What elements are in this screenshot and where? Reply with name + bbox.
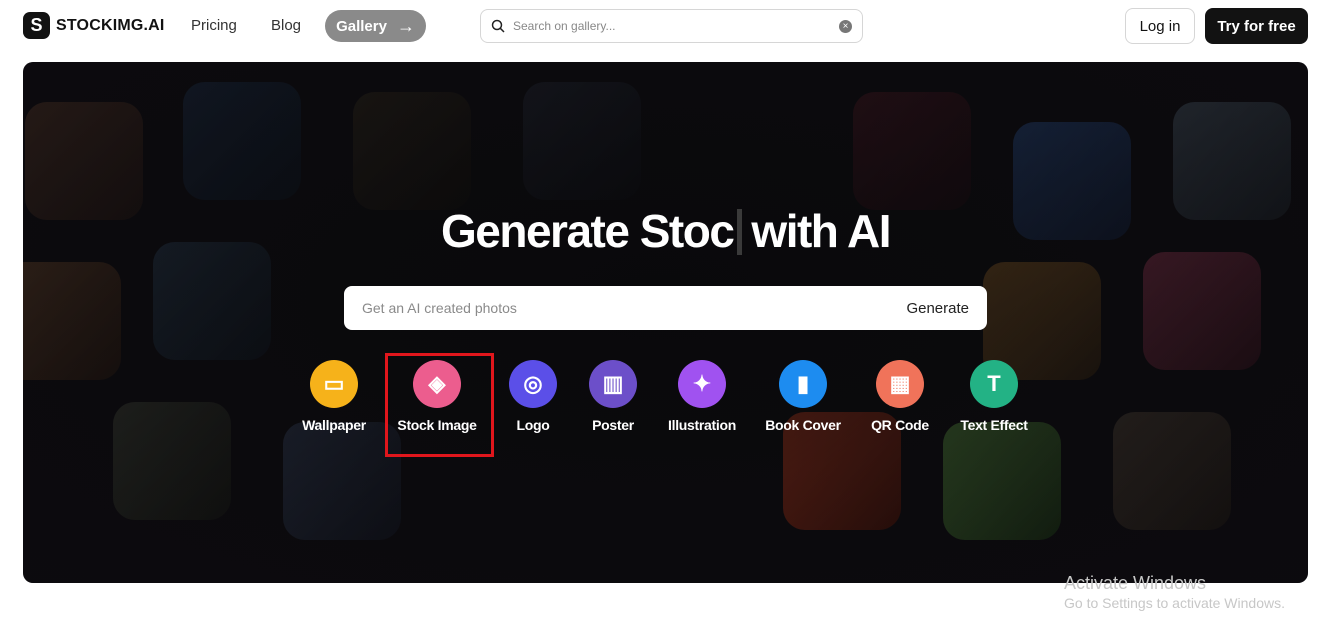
watermark-title: Activate Windows bbox=[1064, 573, 1207, 593]
search-input[interactable] bbox=[513, 19, 831, 33]
category-label: Wallpaper bbox=[302, 417, 366, 433]
selection-highlight bbox=[385, 353, 494, 457]
typing-caret bbox=[737, 209, 743, 255]
login-button[interactable]: Log in bbox=[1125, 8, 1195, 44]
top-navbar: S STOCKIMG.AI Pricing Blog Gallery → × L… bbox=[0, 0, 1327, 52]
category-label: Text Effect bbox=[960, 417, 1028, 433]
gallery-button[interactable]: Gallery → bbox=[325, 10, 426, 42]
focus-icon: ◎ bbox=[509, 360, 557, 408]
windows-activation-watermark: Activate Windows Go to Settings to activ… bbox=[1064, 573, 1285, 611]
brand-logo[interactable]: S STOCKIMG.AI bbox=[23, 12, 165, 39]
search-icon bbox=[491, 19, 505, 33]
category-label: Logo bbox=[516, 417, 550, 433]
image-icon: ▭ bbox=[310, 360, 358, 408]
nav-pricing-link[interactable]: Pricing bbox=[191, 17, 237, 34]
prompt-input[interactable] bbox=[362, 300, 907, 316]
hero-headline: Generate Stoc with AI bbox=[23, 204, 1308, 258]
gallery-label: Gallery bbox=[336, 17, 387, 35]
qr-icon: ▦ bbox=[876, 360, 924, 408]
category-label: QR Code bbox=[871, 417, 929, 433]
gallery-search: × bbox=[480, 9, 863, 43]
brand-name: STOCKIMG.AI bbox=[56, 16, 165, 34]
headline-typing-text: Generate Stoc bbox=[441, 205, 735, 257]
clear-search-icon[interactable]: × bbox=[839, 19, 852, 33]
watermark-subtitle: Go to Settings to activate Windows. bbox=[1064, 595, 1285, 611]
category-text-effect[interactable]: T Text Effect bbox=[944, 360, 1044, 433]
category-label: Book Cover bbox=[765, 417, 841, 433]
hero-banner: Generate Stoc with AI Generate ▭ Wallpaper… bbox=[23, 62, 1308, 583]
prompt-bar: Generate bbox=[344, 286, 987, 330]
map-icon: ▥ bbox=[589, 360, 637, 408]
headline-suffix: with AI bbox=[751, 205, 891, 257]
arrow-right-icon: → bbox=[396, 15, 415, 36]
category-book-cover[interactable]: ▮ Book Cover bbox=[753, 360, 853, 433]
text-icon: T bbox=[970, 360, 1018, 408]
book-icon: ▮ bbox=[779, 360, 827, 408]
category-list: ▭ Wallpaper ◈ Stock Image ◎ Logo ▥ Poster ✦ Illus… bbox=[23, 360, 1308, 460]
sparkle-icon: ✦ bbox=[678, 360, 726, 408]
category-label: Poster bbox=[592, 417, 634, 433]
logo-mark-icon: S bbox=[23, 12, 50, 39]
category-illustration[interactable]: ✦ Illustration bbox=[652, 360, 752, 433]
category-wallpaper[interactable]: ▭ Wallpaper bbox=[284, 360, 384, 433]
category-poster[interactable]: ▥ Poster bbox=[563, 360, 663, 433]
try-for-free-button[interactable]: Try for free bbox=[1205, 8, 1308, 44]
nav-blog-link[interactable]: Blog bbox=[271, 17, 301, 34]
generate-button[interactable]: Generate bbox=[906, 300, 969, 317]
category-qr-code[interactable]: ▦ QR Code bbox=[850, 360, 950, 433]
category-label: Illustration bbox=[668, 417, 736, 433]
